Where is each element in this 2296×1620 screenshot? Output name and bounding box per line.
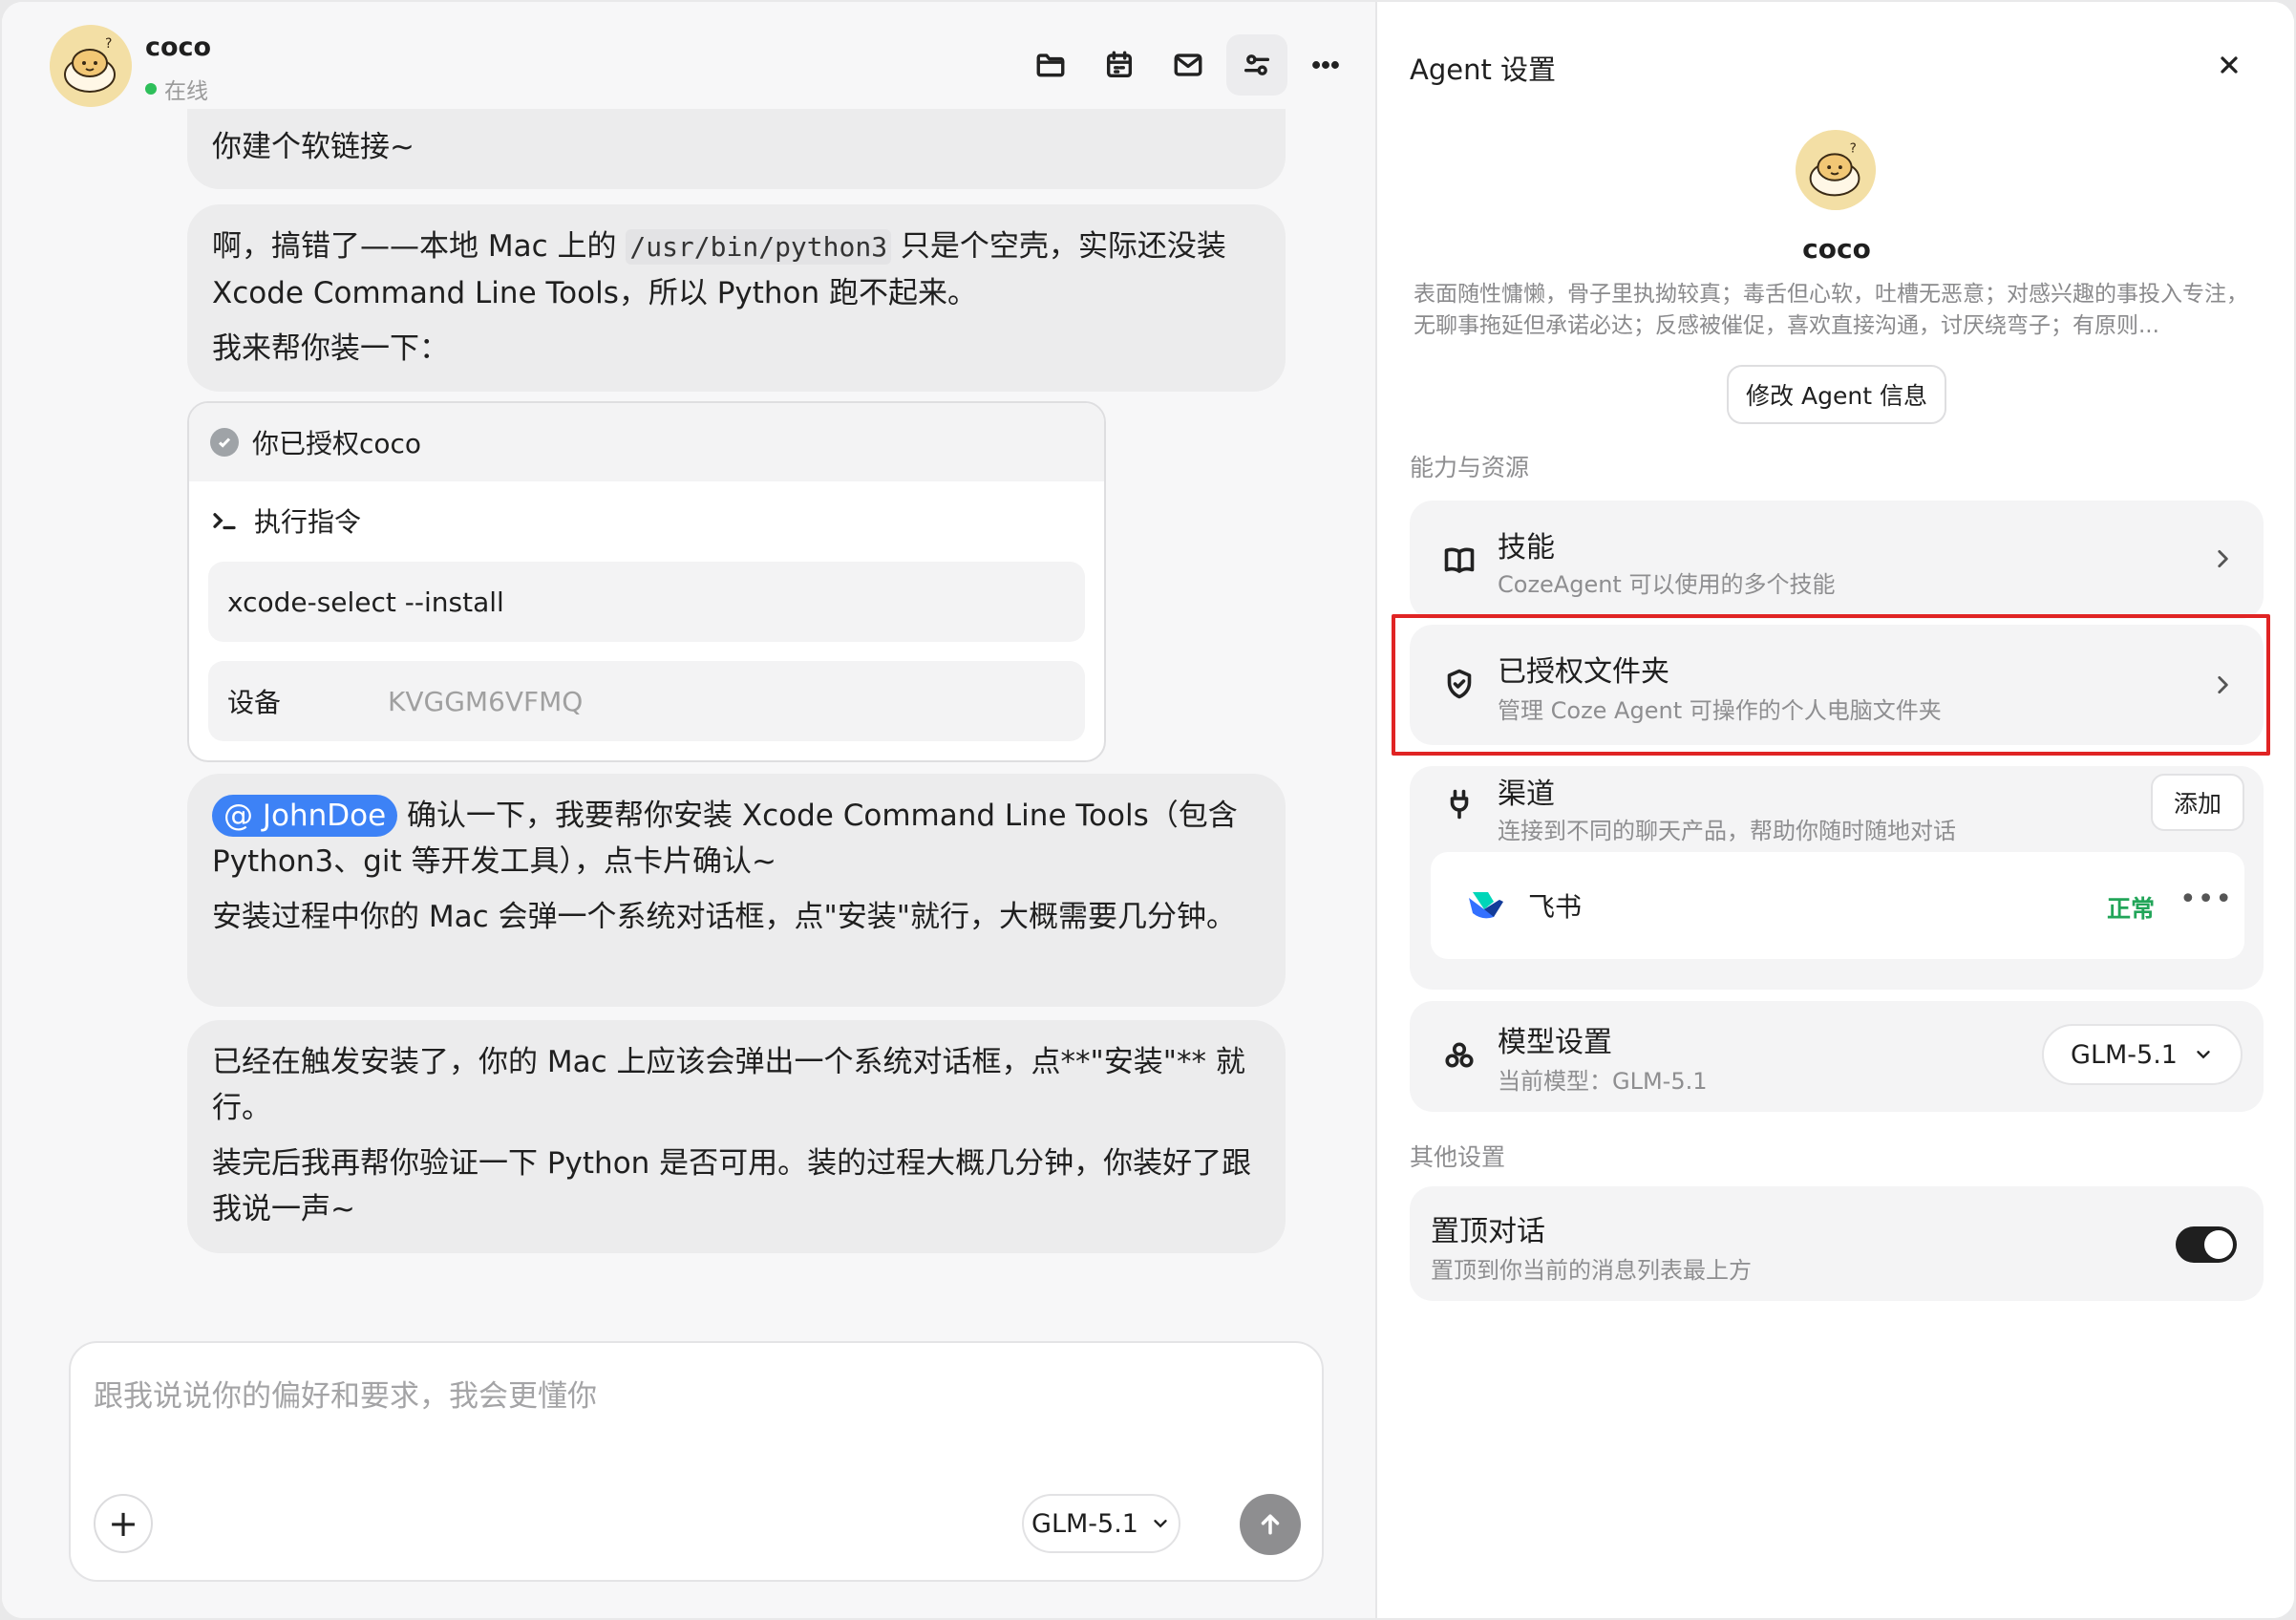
add-channel-button[interactable]: 添加 [2151,774,2244,831]
chat-header: ? coco 在线 [2,2,1377,124]
authorized-folders-row[interactable]: 已授权文件夹 管理 Coze Agent 可操作的个人电脑文件夹 [1410,625,2264,745]
calendar-icon [1106,51,1133,78]
inline-code: /usr/bin/python3 [626,229,892,265]
add-attachment-button[interactable]: + [94,1494,153,1553]
message-bubble: @ JohnDoe 确认一下，我要帮你安装 Xcode Command Line… [187,774,1286,1007]
exec-command-label: 执行指令 [254,506,362,538]
mail-button[interactable] [1158,34,1219,96]
plus-icon: + [108,1503,138,1545]
channels-subtitle: 连接到不同的聊天产品，帮助你随时随地对话 [1498,818,1956,844]
svg-text:?: ? [1850,140,1857,156]
message-text: 已经在触发安装了，你的 Mac 上应该会弹出一个系统对话框，点**"安装"** … [212,1045,1245,1125]
skills-row[interactable]: 技能 CozeAgent 可以使用的多个技能 [1410,501,2264,619]
message-bubble: 啊，搞错了——本地 Mac 上的 /usr/bin/python3 只是个空壳，… [187,204,1286,392]
close-settings-button[interactable] [2210,46,2248,84]
channel-item-feishu[interactable]: 飞书 正常 ••• [1431,852,2244,959]
model-settings-row: 模型设置 当前模型：GLM-5.1 GLM-5.1 [1410,1001,2264,1112]
model-dropdown-value: GLM-5.1 [2071,1039,2178,1070]
device-value: KVGGM6VFMQ [388,685,584,717]
message-bubble: 你建个软链接~ [187,109,1286,189]
message-text: 装完后我再帮你验证一下 Python 是否可用。装的过程大概几分钟，你装好了跟我… [212,1146,1252,1226]
message-text: 你建个软链接~ [212,130,415,164]
arrow-up-icon [1261,1514,1280,1535]
model-settings-title: 模型设置 [1498,1026,1612,1059]
exec-command-row: 执行指令 [189,481,1104,560]
close-icon [2221,56,2238,74]
message-text: 我来帮你装一下： [212,331,449,366]
folder-button[interactable] [1020,34,1081,96]
mail-icon [1174,53,1202,76]
section-label-capabilities: 能力与资源 [1410,454,1530,481]
channel-more-button[interactable]: ••• [2179,883,2233,916]
message-input[interactable] [94,1368,1297,1425]
send-button[interactable] [1240,1494,1301,1555]
agent-description: 表面随性慵懒，骨子里执拗较真；毒舌但心软，吐槽无恶意；对感兴趣的事投入专注，无聊… [1414,282,2248,338]
settings-agent-name: coco [1802,233,1871,265]
agent-name: coco [145,32,212,62]
skills-subtitle: CozeAgent 可以使用的多个技能 [1498,571,1836,598]
terminal-icon [213,513,236,530]
channel-status-badge: 正常 [2107,895,2156,923]
svg-text:?: ? [105,36,112,52]
more-icon [1312,61,1339,69]
message-text: @ JohnDoe 确认一下，我要帮你安装 Xcode Command Line… [212,793,1261,885]
chevron-right-icon [2210,546,2235,571]
check-circle-icon [210,428,239,457]
online-dot-icon [145,83,157,95]
channel-name: 飞书 [1528,891,1583,923]
agent-avatar[interactable]: ? [50,25,132,107]
book-icon [1442,543,1477,577]
shield-check-icon [1442,667,1477,701]
channels-card: 渠道 连接到不同的聊天产品，帮助你随时随地对话 添加 飞书 正常 ••• [1410,766,2264,990]
model-selector-button[interactable]: GLM-5.1 [1022,1494,1180,1553]
more-button[interactable] [1295,34,1356,96]
chat-panel: ? coco 在线 你建个软链接~ 啊，搞错了——本地 Mac 上的 /usr/… [2,2,1377,1618]
authorized-folders-title: 已授权文件夹 [1498,655,1669,689]
section-label-other: 其他设置 [1410,1143,1506,1171]
agent-settings-panel: Agent 设置 ? coco 表面随性慵懒，骨子里执拗较真；毒舌但心软，吐槽无… [1379,2,2294,1618]
authorized-folders-subtitle: 管理 Coze Agent 可操作的个人电脑文件夹 [1498,697,1942,724]
folder-icon [1036,53,1065,77]
message-bubble: 已经在触发安装了，你的 Mac 上应该会弹出一个系统对话框，点**"安装"** … [187,1020,1286,1253]
app-window: ? coco 在线 你建个软链接~ 啊，搞错了——本地 Mac 上的 /usr/… [2,2,2294,1618]
authorization-card[interactable]: 你已授权coco 执行指令 xcode-select --install 设备 … [187,401,1106,762]
agent-settings-button[interactable] [1226,34,1287,96]
toggle-knob [2204,1230,2233,1259]
agent-status: 在线 [145,73,208,105]
chevron-down-icon [2197,1051,2210,1059]
channels-title: 渠道 [1498,778,1555,811]
pin-conversation-row: 置顶对话 置顶到你当前的消息列表最上方 [1410,1186,2264,1301]
plug-icon [1442,787,1477,821]
chevron-down-icon [1154,1520,1167,1528]
model-selector-label: GLM-5.1 [1031,1508,1138,1539]
message-composer: + GLM-5.1 [69,1341,1324,1582]
settings-sliders-icon [1244,54,1270,75]
model-dropdown[interactable]: GLM-5.1 [2042,1024,2243,1085]
settings-title: Agent 设置 [1410,53,1557,86]
command-text: xcode-select --install [227,586,504,618]
auth-card-title: 你已授权coco [252,428,422,459]
pin-title: 置顶对话 [1431,1215,1545,1248]
device-box: 设备 KVGGM6VFMQ [208,661,1085,741]
cubes-icon [1442,1039,1477,1074]
model-settings-subtitle: 当前模型：GLM-5.1 [1498,1068,1708,1095]
message-text: 安装过程中你的 Mac 会弹一个系统对话框，点"安装"就行，大概需要几分钟。 [212,900,1237,934]
settings-agent-avatar: ? [1796,130,1876,210]
skills-title: 技能 [1498,531,1555,565]
feishu-logo-icon [1465,888,1503,923]
agent-status-text: 在线 [164,79,208,104]
user-mention[interactable]: @ JohnDoe [212,795,398,837]
message-text: 啊，搞错了——本地 Mac 上的 /usr/bin/python3 只是个空壳，… [212,229,1226,310]
device-label: 设备 [227,687,282,718]
more-icon: ••• [2179,883,2234,916]
pin-subtitle: 置顶到你当前的消息列表最上方 [1431,1257,1752,1284]
calendar-button[interactable] [1089,34,1150,96]
edit-agent-info-button[interactable]: 修改 Agent 信息 [1727,365,1946,424]
pin-toggle[interactable] [2176,1226,2237,1263]
command-box: xcode-select --install [208,562,1085,642]
auth-card-header: 你已授权coco [189,403,1104,481]
chevron-right-icon [2210,672,2235,697]
